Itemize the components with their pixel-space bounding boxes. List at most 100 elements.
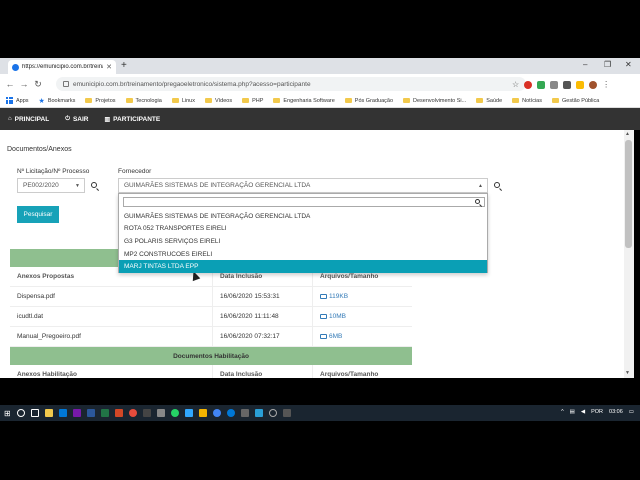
clock[interactable]: 03:06 (609, 409, 623, 415)
fornecedor-select[interactable]: GUIMARÃES SISTEMAS DE INTEGRAÇÃO GERENCI… (118, 178, 488, 193)
table-row: Dispensa.pdf 16/06/2020 15:53:31 119KB (10, 287, 412, 307)
task-view-icon[interactable] (30, 409, 39, 417)
bookmark-folder[interactable]: Pós Graduação (344, 98, 393, 104)
folder-icon (512, 98, 520, 103)
folder-icon (403, 98, 411, 103)
language-indicator[interactable]: POR (591, 409, 603, 415)
word-icon[interactable] (86, 409, 95, 417)
extension-icon[interactable] (550, 80, 559, 89)
chrome-icon[interactable] (212, 409, 221, 417)
reload-icon[interactable]: ↻ (31, 79, 45, 90)
browser-tab[interactable]: https://emunicipio.com.br/treina ✕ (8, 60, 116, 74)
bookmark-folder[interactable]: Saúde (476, 98, 502, 104)
fornecedor-search-button[interactable] (490, 178, 504, 192)
app-icon[interactable] (240, 409, 249, 417)
folder-icon (273, 98, 281, 103)
dropdown-options: GUIMARÃES SISTEMAS DE INTEGRAÇÃO GERENCI… (119, 210, 487, 273)
windows-start-icon[interactable]: ⊞ (4, 409, 11, 418)
dropdown-option[interactable]: GUIMARÃES SISTEMAS DE INTEGRAÇÃO GERENCI… (119, 210, 487, 223)
url-input[interactable]: emunicipio.com.br/treinamento/pregaoelet… (56, 77, 526, 91)
table-row: icudtl.dat 16/06/2020 11:11:48 10MB (10, 307, 412, 327)
folder-icon (344, 98, 352, 103)
bookmark-folder[interactable]: Projetos (85, 98, 116, 104)
app-icon[interactable] (156, 409, 165, 417)
scroll-down-icon[interactable]: ▼ (625, 370, 630, 376)
folder-icon (125, 98, 133, 103)
dropdown-option[interactable]: ROTA 052 TRANSPORTES EIRELI (119, 223, 487, 236)
table-header-row: Anexos Habilitação Data Inclusão Arquivo… (10, 365, 412, 378)
app-icon[interactable] (184, 409, 193, 417)
licitacao-search-button[interactable] (87, 178, 101, 192)
whatsapp-icon[interactable] (170, 409, 179, 417)
nav-principal[interactable]: ⌂ PRINCIPAL (8, 116, 49, 123)
powerpoint-icon[interactable] (114, 409, 123, 417)
licitacao-label: Nº Licitação/Nº Processo (17, 168, 90, 175)
licitacao-select[interactable]: PE002/2020 ▼ (17, 178, 85, 193)
app-icon[interactable] (268, 409, 277, 417)
dropdown-option-highlighted[interactable]: MARJ TINTAS LTDA EPP (119, 260, 487, 273)
main-content: Documentos/Anexos Nº Licitação/Nº Proces… (0, 130, 624, 378)
opera-icon[interactable] (128, 409, 137, 417)
excel-icon[interactable] (100, 409, 109, 417)
notifications-icon[interactable]: ▭ (629, 409, 634, 415)
star-icon[interactable]: ☆ (512, 80, 519, 89)
bookmark-folder[interactable]: Notícias (512, 98, 542, 104)
extension-icon[interactable] (524, 80, 533, 89)
scroll-up-icon[interactable]: ▲ (625, 131, 630, 137)
bookmark-folder[interactable]: Desenvolvimento Si... (403, 98, 466, 104)
new-tab-button[interactable]: + (121, 60, 127, 72)
page-scrollbar[interactable]: ▲ ▼ (624, 130, 634, 378)
network-icon[interactable]: ▤ (570, 409, 575, 415)
folder-open-icon (320, 294, 327, 299)
file-download-link[interactable]: 10MB (320, 313, 346, 320)
app-icon[interactable] (282, 409, 291, 417)
app-icon[interactable] (198, 409, 207, 417)
scroll-thumb[interactable] (625, 140, 632, 248)
dropdown-option[interactable]: G3 POLARIS SERVIÇOS EIRELI (119, 235, 487, 248)
edge-icon[interactable] (226, 409, 235, 417)
star-icon: ★ (38, 97, 45, 105)
bookmark-bookmarks[interactable]: ★ Bookmarks (39, 97, 76, 105)
dropdown-option[interactable]: MP2 CONSTRUCOES EIRELI (119, 248, 487, 261)
maximize-icon[interactable]: ❐ (604, 60, 611, 69)
nav-participante[interactable]: ▥ PARTICIPANTE (104, 116, 160, 123)
extension-icon[interactable] (537, 80, 546, 89)
pesquisar-button[interactable]: Pesquisar (17, 206, 59, 223)
extension-icon[interactable] (576, 80, 585, 89)
terminal-icon[interactable] (142, 409, 151, 417)
file-download-link[interactable]: 6MB (320, 333, 342, 340)
bookmark-folder[interactable]: Gestão Pública (552, 98, 599, 104)
minimize-icon[interactable]: – (583, 60, 587, 69)
volume-icon[interactable]: ◀ (581, 409, 585, 415)
onenote-icon[interactable] (72, 409, 81, 417)
store-icon[interactable] (58, 409, 67, 417)
bookmark-folder[interactable]: Engenharia Software (273, 98, 335, 104)
bookmark-folder[interactable]: Vídeos (204, 98, 232, 104)
menu-icon[interactable]: ⋮ (602, 80, 610, 89)
back-icon[interactable]: ← (3, 79, 17, 89)
system-tray: ^ ▤ ◀ POR 03:06 ▭ (561, 409, 634, 415)
folder-open-icon (320, 314, 327, 319)
extension-icon[interactable] (563, 80, 572, 89)
bookmark-folder[interactable]: PHP (242, 98, 263, 104)
chevron-up-icon[interactable]: ^ (561, 409, 564, 415)
dropdown-search-input[interactable] (123, 197, 485, 207)
file-explorer-icon[interactable] (44, 409, 53, 417)
app-icon[interactable] (254, 409, 263, 417)
forward-icon[interactable]: → (17, 79, 31, 89)
close-icon[interactable]: ✕ (106, 63, 112, 71)
globe-icon (12, 63, 19, 71)
folder-icon (171, 98, 179, 103)
bookmark-apps[interactable]: Apps (6, 97, 29, 104)
nav-sair[interactable]: ⏻ SAIR (65, 116, 88, 123)
table-row: Manual_Pregoeiro.pdf 16/06/2020 07:32:17… (10, 327, 412, 347)
apps-icon (6, 97, 13, 104)
search-icon[interactable] (16, 409, 25, 417)
folder-open-icon (320, 334, 327, 339)
file-download-link[interactable]: 119KB (320, 293, 348, 300)
window-close-icon[interactable]: ✕ (625, 60, 632, 69)
bookmark-folder[interactable]: Tecnologia (125, 98, 162, 104)
propostas-table: Anexos Propostas Data Inclusão Arquivos/… (10, 267, 412, 347)
bookmark-folder[interactable]: Linux (171, 98, 195, 104)
avatar[interactable] (589, 80, 598, 89)
